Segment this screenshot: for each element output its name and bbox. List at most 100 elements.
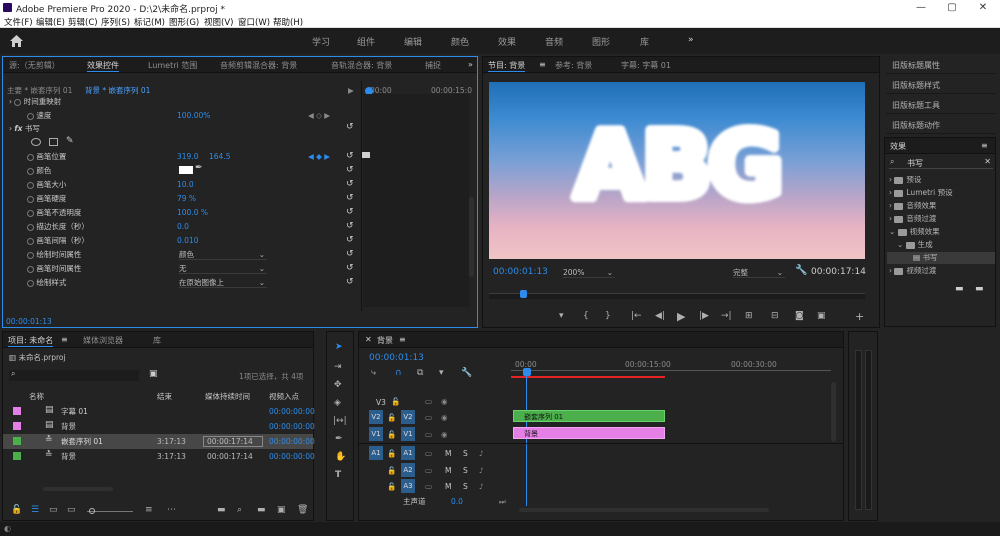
step-back-icon[interactable]: ◀| (655, 311, 665, 321)
track-v2-label[interactable]: V2 (401, 410, 415, 424)
sync-lock-icon[interactable]: ▭ (425, 480, 432, 493)
solo-button[interactable]: S (463, 480, 468, 493)
solo-button[interactable]: S (463, 464, 468, 477)
track-v1-target[interactable]: V1 (369, 427, 383, 441)
timeline-v-scrollbar[interactable] (831, 382, 836, 442)
keyframe-nav-brush[interactable]: ◀ ◆ ▶ (308, 150, 330, 163)
brush-hardness-value[interactable]: 79 % (177, 192, 196, 205)
sync-lock-icon[interactable]: ▭ (425, 464, 432, 477)
effect-controls-scrollbar[interactable] (469, 197, 474, 277)
home-icon[interactable] (10, 35, 23, 47)
new-bin-icon[interactable]: ▬ (217, 505, 226, 515)
tab-effect-controls[interactable]: 效果控件 (87, 60, 119, 72)
reset-brush-hardness-icon[interactable]: ↺ (346, 194, 355, 203)
tab-lumetri-scopes[interactable]: Lumetri 范围 (148, 60, 197, 71)
trash-icon[interactable]: 🗑 (297, 505, 308, 515)
track-v1-label[interactable]: V1 (401, 427, 415, 441)
speed-reset-icon[interactable]: ↺ (346, 123, 355, 132)
mute-button[interactable]: M (445, 447, 451, 460)
new-item-icon[interactable]: ▣ (277, 505, 286, 515)
zoom-dropdown[interactable]: 200% ⌄ (563, 267, 615, 278)
add-marker-icon[interactable]: ▾ (559, 311, 564, 321)
sync-lock-icon[interactable]: ▭ (425, 411, 432, 424)
tab-effects[interactable]: 效果 (890, 141, 906, 152)
timeline-playhead[interactable] (523, 368, 531, 376)
compare-view-icon[interactable]: ▣ (817, 311, 826, 321)
keyframe-area[interactable] (363, 94, 469, 307)
tab-program[interactable]: 节目: 背景 (488, 60, 526, 72)
add-button-icon[interactable]: + (855, 310, 864, 323)
track-lock-icon[interactable]: 🔓 (387, 447, 396, 460)
workspace-audio[interactable]: 音频 (545, 35, 563, 48)
master-volume-value[interactable]: 0.0 (451, 495, 463, 508)
list-view-icon[interactable]: ☰ (31, 505, 39, 515)
stroke-length-value[interactable]: 0.0 (177, 220, 189, 233)
effects-item-audio-effects[interactable]: › 音频效果 (889, 200, 936, 212)
new-search-bin-icon[interactable]: ▣ (149, 369, 158, 379)
effects-item-audio-transitions[interactable]: › 音频过渡 (889, 213, 936, 225)
pen-mask-icon[interactable]: ✎ (66, 136, 74, 146)
lock-icon[interactable]: 🔓 (11, 505, 22, 515)
legacy-title-properties[interactable]: 旧版标题属性 (886, 57, 996, 74)
brush-opacity-stopwatch-icon[interactable] (27, 209, 34, 217)
color-swatch[interactable] (179, 166, 193, 174)
menu-marker[interactable]: 标记(M) (134, 16, 165, 28)
keyframe-marker[interactable] (362, 152, 370, 158)
menu-graphics[interactable]: 图形(G) (169, 16, 199, 28)
add-marker-icon[interactable]: ▾ (439, 368, 444, 378)
brush-time-stopwatch-icon[interactable] (27, 265, 34, 273)
icon-view-icon[interactable]: ▭ (49, 505, 58, 515)
more-workspaces-icon[interactable]: » (688, 35, 694, 45)
column-name[interactable]: 名称 (29, 390, 44, 403)
legacy-title-actions[interactable]: 旧版标题动作 (886, 117, 996, 134)
workspace-graphics[interactable]: 图形 (592, 35, 610, 48)
label-color-swatch[interactable] (13, 422, 21, 430)
sort-icon[interactable]: ≡ (145, 505, 153, 515)
speed-value[interactable]: 100.00% (177, 109, 210, 122)
reset-brush-opacity-icon[interactable]: ↺ (346, 208, 355, 217)
folder-icon[interactable]: ▬ (257, 505, 266, 515)
track-a3-label[interactable]: A3 (401, 479, 415, 493)
workspace-learn[interactable]: 学习 (312, 35, 330, 48)
program-menu-icon[interactable]: ≡ (539, 60, 546, 69)
sequence-clip-dropdown[interactable]: 背景 * 嵌套序列 01 (85, 84, 150, 97)
paint-style-stopwatch-icon[interactable] (27, 279, 34, 287)
mark-in-icon[interactable]: { (583, 311, 589, 321)
column-video-in[interactable]: 视频入点 (269, 390, 299, 403)
new-folder-icon[interactable]: ▬ (955, 284, 964, 294)
play-button[interactable]: ▶ (677, 310, 685, 323)
effects-search-input[interactable]: ⌕ 书写 ✕ (889, 157, 993, 169)
program-scrubber[interactable] (489, 290, 865, 299)
brush-time-dropdown[interactable]: 无 ⌄ (179, 263, 267, 274)
nest-icon[interactable]: ⤷ (371, 368, 376, 378)
microphone-icon[interactable]: ♪ (479, 480, 484, 493)
menu-window[interactable]: 窗口(W) (238, 16, 270, 28)
timeline-settings-icon[interactable]: 🔧 (461, 368, 472, 378)
hand-tool-icon[interactable]: ✋ (335, 452, 346, 462)
speed-stopwatch-icon[interactable] (27, 112, 34, 120)
rectangle-mask-icon[interactable] (49, 138, 58, 146)
project-h-scrollbar[interactable] (43, 487, 113, 491)
effects-item-generate[interactable]: ⌄ 生成 (897, 239, 933, 251)
fx-icon[interactable]: fx (14, 124, 22, 133)
column-end[interactable]: 结束 (157, 390, 172, 403)
reset-paint-time-icon[interactable]: ↺ (346, 250, 355, 259)
track-v2-target[interactable]: V2 (369, 410, 383, 424)
slip-tool-icon[interactable]: |↔| (333, 416, 347, 426)
track-lock-icon[interactable]: 🔓 (387, 480, 396, 493)
reset-brush-spacing-icon[interactable]: ↺ (346, 236, 355, 245)
eye-icon[interactable]: ◉ (441, 395, 448, 408)
tab-libraries[interactable]: 库 (153, 335, 161, 346)
ellipse-mask-icon[interactable] (31, 138, 41, 146)
maximize-button[interactable]: ▢ (937, 1, 967, 14)
step-forward-icon[interactable]: |▶ (699, 311, 709, 321)
track-select-tool-icon[interactable]: ⇥ (334, 362, 342, 372)
minimize-button[interactable]: — (906, 1, 936, 14)
effects-item-presets[interactable]: › 预设 (889, 174, 921, 186)
reset-brush-time-icon[interactable]: ↺ (346, 264, 355, 273)
new-item-icon[interactable]: ▬ (975, 284, 984, 294)
mute-button[interactable]: M (445, 464, 451, 477)
brush-opacity-value[interactable]: 100.0 % (177, 206, 208, 219)
brush-size-value[interactable]: 10.0 (177, 178, 194, 191)
menu-file[interactable]: 文件(F) (4, 16, 33, 28)
